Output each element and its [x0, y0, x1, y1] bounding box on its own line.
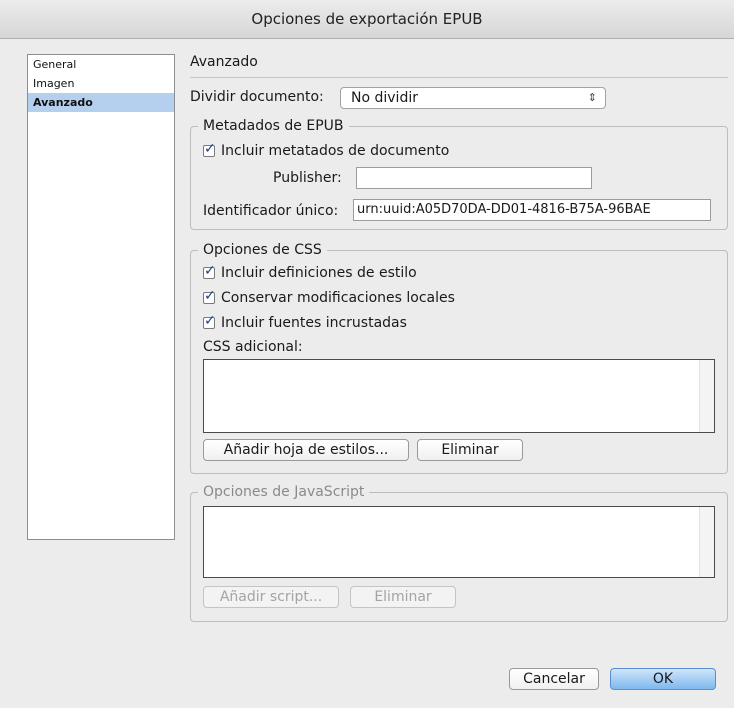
sidebar-item-imagen[interactable]: Imagen [28, 74, 174, 93]
dialog-title-bar: Opciones de exportación EPUB [0, 0, 734, 39]
scrollbar[interactable] [699, 507, 714, 577]
split-document-value: No dividir [351, 90, 418, 106]
css-option-row[interactable]: Incluir definiciones de estilo [203, 263, 417, 281]
add-script-button[interactable]: Añadir script... [203, 586, 339, 608]
dialog-title: Opciones de exportación EPUB [251, 10, 483, 28]
unique-id-label: Identificador único: [203, 203, 339, 219]
css-option-label: Conservar modificaciones locales [221, 290, 455, 306]
include-metadata-checkbox[interactable] [203, 141, 216, 157]
include-style-definitions-checkbox[interactable] [203, 263, 216, 279]
chevron-updown-icon: ⇕ [587, 91, 597, 104]
add-stylesheet-button[interactable]: Añadir hoja de estilos... [203, 439, 409, 461]
css-option-label: Incluir fuentes incrustadas [221, 315, 407, 331]
additional-css-label: CSS adicional: [203, 339, 303, 355]
include-embedded-fonts-checkbox[interactable] [203, 313, 216, 329]
sidebar-item-avanzado[interactable]: Avanzado [28, 93, 174, 112]
include-metadata-row[interactable]: Incluir metatados de documento [203, 141, 450, 159]
section-title: Avanzado [190, 54, 258, 70]
css-option-row[interactable]: Incluir fuentes incrustadas [203, 313, 407, 331]
javascript-list[interactable] [203, 506, 715, 578]
split-document-select[interactable]: No dividir ⇕ [340, 87, 606, 109]
css-options-legend: Opciones de CSS [203, 242, 322, 258]
css-option-label: Incluir definiciones de estilo [221, 265, 417, 281]
metadata-legend: Metadados de EPUB [203, 118, 344, 134]
publisher-label: Publisher: [273, 170, 342, 186]
sidebar-item-general[interactable]: General [28, 55, 174, 74]
preserve-local-overrides-checkbox[interactable] [203, 288, 216, 304]
split-document-label: Dividir documento: [190, 89, 324, 105]
section-divider [190, 77, 728, 78]
css-option-row[interactable]: Conservar modificaciones locales [203, 288, 455, 306]
scrollbar[interactable] [699, 360, 714, 432]
include-metadata-label: Incluir metatados de documento [221, 143, 450, 159]
ok-button[interactable]: OK [610, 668, 716, 690]
cancel-button[interactable]: Cancelar [509, 668, 599, 690]
remove-stylesheet-button[interactable]: Eliminar [417, 439, 523, 461]
options-sidebar: General Imagen Avanzado [27, 54, 175, 540]
additional-css-list[interactable] [203, 359, 715, 433]
publisher-field[interactable] [356, 167, 592, 189]
unique-id-field[interactable]: urn:uuid:A05D70DA-DD01-4816-B75A-96BAE [353, 199, 711, 221]
remove-script-button[interactable]: Eliminar [350, 586, 456, 608]
javascript-options-legend: Opciones de JavaScript [203, 484, 365, 500]
